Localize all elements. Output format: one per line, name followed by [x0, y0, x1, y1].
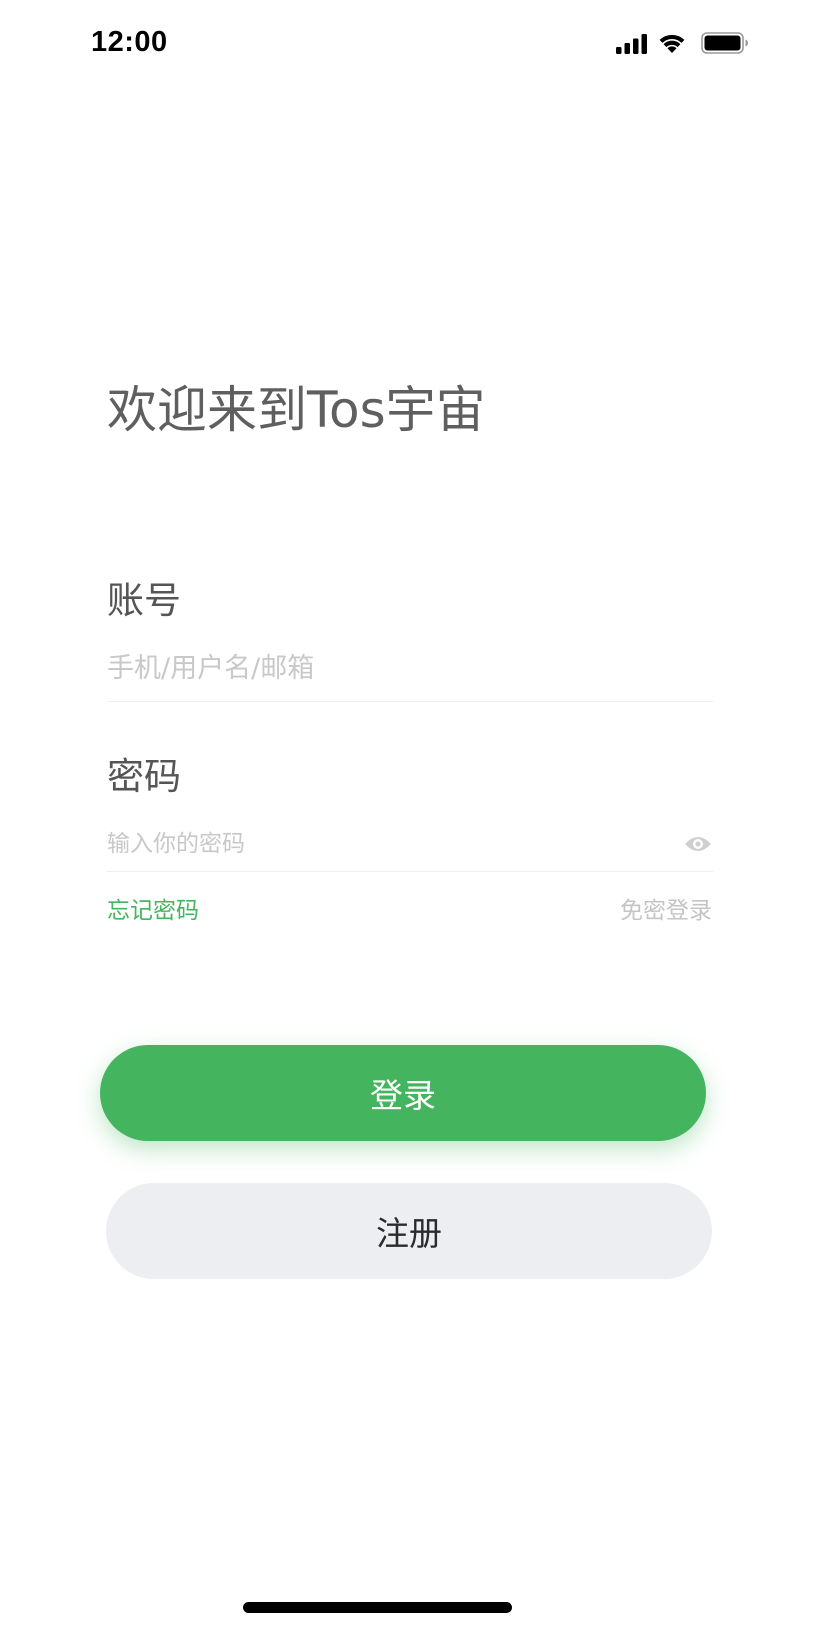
status-time: 12:00: [91, 26, 168, 58]
password-divider: [107, 871, 713, 872]
account-divider: [107, 701, 713, 702]
forgot-password-link[interactable]: 忘记密码: [107, 891, 199, 925]
login-button-label: 登录: [370, 1076, 436, 1115]
wifi-icon: [659, 34, 685, 53]
register-button-label: 注册: [376, 1214, 442, 1253]
password-label: 密码: [107, 755, 181, 798]
passwordless-login-link[interactable]: 免密登录: [620, 891, 712, 925]
status-bar: 12:00: [0, 0, 822, 90]
welcome-title: 欢迎来到Tos宇宙: [107, 381, 486, 439]
home-indicator[interactable]: [243, 1602, 512, 1613]
signal-icon: [616, 34, 647, 54]
login-button[interactable]: 登录: [100, 1045, 706, 1141]
account-input[interactable]: [107, 648, 712, 688]
battery-icon: [701, 32, 748, 54]
status-icons: [616, 30, 756, 60]
eye-icon[interactable]: [684, 834, 712, 854]
password-input[interactable]: [107, 826, 667, 862]
account-label: 账号: [107, 579, 181, 622]
register-button[interactable]: 注册: [106, 1183, 712, 1279]
